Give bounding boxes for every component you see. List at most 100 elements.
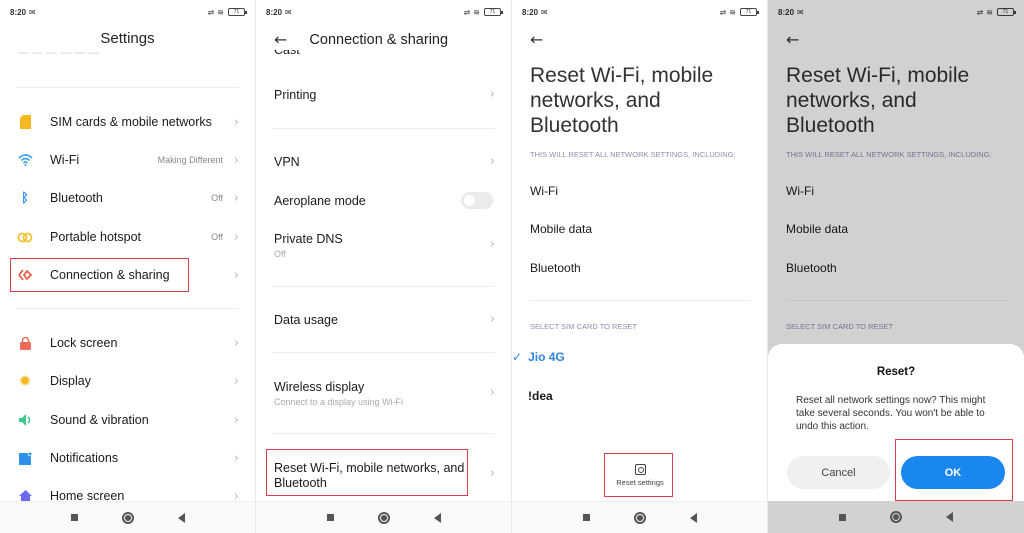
wifi-status-icon: ≋: [729, 7, 736, 17]
nav-bar: [512, 501, 767, 533]
chevron-right-icon: ›: [233, 335, 239, 351]
reset-item-mobile-data: Mobile data: [530, 222, 593, 236]
recents-button[interactable]: [582, 514, 590, 521]
list-item-cast[interactable]: Cast: [274, 50, 511, 58]
chevron-right-icon: ›: [489, 312, 495, 327]
chevron-right-icon: ›: [233, 450, 239, 466]
sim-option-idea[interactable]: !dea: [528, 389, 553, 403]
list-item-wireless-display[interactable]: Wireless display Connect to a display us…: [274, 380, 511, 407]
home-button[interactable]: [377, 511, 390, 524]
chevron-right-icon: ›: [489, 466, 495, 481]
chevron-right-icon: ›: [233, 114, 239, 130]
chevron-right-icon: ›: [233, 229, 239, 245]
highlight-box: [266, 449, 468, 496]
clock: 8:20: [10, 7, 27, 17]
recents-button[interactable]: [70, 514, 78, 521]
status-bar: 8:20 ✉ ⇌ ≋ 71: [522, 6, 759, 18]
chevron-right-icon: ›: [489, 87, 495, 102]
back-button[interactable]: [689, 512, 697, 523]
recents-button[interactable]: [839, 513, 846, 521]
settings-item-lock-screen[interactable]: Lock screen ›: [0, 328, 255, 358]
list-item-aeroplane-mode[interactable]: Aeroplane mode: [274, 192, 511, 209]
divider: [272, 128, 495, 129]
reset-item-wifi: Wi-Fi: [530, 184, 558, 198]
divider: [272, 352, 495, 353]
signal-icon: ⇌: [719, 7, 727, 17]
divider: [16, 308, 239, 309]
cancel-button[interactable]: Cancel: [787, 456, 890, 489]
mail-icon: ✉: [285, 7, 292, 17]
reset-item-bluetooth: Bluetooth: [530, 261, 581, 275]
aeroplane-mode-toggle[interactable]: [461, 192, 493, 209]
settings-screen: 8:20 ✉ ⇌ ≋ 71 Settings — — — — — — SIM card…: [0, 0, 256, 533]
wifi-status-icon: ≋: [217, 7, 224, 17]
back-button[interactable]: [946, 512, 953, 522]
battery-icon: 71: [228, 8, 247, 16]
status-bar: 8:20 ✉ ⇌ ≋ 71: [266, 6, 503, 18]
reset-network-screen: 8:20 ✉ ⇌ ≋ 71 ← Reset Wi-Fi, mobile network…: [512, 0, 768, 533]
list-item-printing[interactable]: Printing ›: [274, 87, 511, 102]
reset-dialog: Reset? Reset all network settings now? T…: [768, 344, 1024, 501]
hotspot-icon: [17, 229, 33, 245]
scrolled-item: — — — — — —: [18, 52, 100, 58]
back-button[interactable]: [433, 512, 441, 523]
reset-caption: THIS WILL RESET ALL NETWORK SETTINGS, IN…: [530, 150, 736, 159]
page-title: Settings: [100, 30, 155, 47]
chevron-right-icon: ›: [233, 373, 239, 389]
battery-icon: 71: [484, 8, 503, 16]
signal-icon: ⇌: [207, 7, 215, 17]
mail-icon: ✉: [29, 7, 36, 17]
chevron-right-icon: ›: [233, 152, 239, 168]
wifi-icon: [17, 152, 33, 168]
settings-item-notifications[interactable]: Notifications ›: [0, 443, 255, 473]
chevron-right-icon: ›: [489, 385, 495, 400]
settings-item-wifi[interactable]: Wi-Fi Making Different ›: [0, 145, 255, 175]
sim-option-jio[interactable]: ✓ Jio 4G: [512, 350, 565, 364]
back-button[interactable]: [177, 512, 185, 523]
home-button[interactable]: [890, 511, 902, 523]
reset-confirm-screen: 8:20 ✉ ⇌ ≋ 71 ← Reset Wi-Fi, mobile network…: [768, 0, 1024, 533]
nav-bar: [256, 501, 511, 533]
speaker-icon: [17, 412, 33, 428]
chevron-right-icon: ›: [233, 267, 239, 283]
sun-icon: ✹: [18, 373, 32, 390]
recents-button[interactable]: [326, 514, 334, 521]
notification-icon: [17, 450, 33, 466]
chevron-right-icon: ›: [233, 412, 239, 428]
nav-bar: [768, 501, 1024, 533]
settings-item-hotspot[interactable]: Portable hotspot Off ›: [0, 222, 255, 252]
divider: [272, 433, 495, 434]
divider: [530, 300, 751, 301]
connection-sharing-screen: 8:20 ✉ ⇌ ≋ 71 ← Connection & sharing Cast P…: [256, 0, 512, 533]
divider: [16, 87, 239, 88]
list-item-data-usage[interactable]: Data usage ›: [274, 312, 511, 327]
sim-card-icon: [17, 114, 33, 130]
lock-icon: [17, 335, 33, 351]
sim-caption: SELECT SIM CARD TO RESET: [530, 322, 638, 331]
settings-item-bluetooth[interactable]: ᛒ Bluetooth Off ›: [0, 183, 255, 213]
highlight-box: [895, 439, 1013, 501]
page-title: Connection & sharing: [309, 31, 449, 48]
clock: 8:20: [522, 7, 539, 17]
list-item-private-dns[interactable]: Private DNS Off ›: [274, 232, 511, 259]
list-item-vpn[interactable]: VPN ›: [274, 154, 511, 169]
back-arrow-icon[interactable]: ←: [274, 30, 287, 49]
home-button[interactable]: [633, 511, 646, 524]
clock: 8:20: [266, 7, 283, 17]
status-bar: 8:20 ✉ ⇌ ≋ 71: [10, 6, 247, 18]
bluetooth-icon: ᛒ: [21, 190, 29, 206]
chevron-right-icon: ›: [233, 190, 239, 206]
dialog-title: Reset?: [876, 366, 916, 378]
highlight-box: [604, 453, 673, 497]
settings-item-display[interactable]: ✹ Display ›: [0, 366, 255, 396]
settings-item-sim[interactable]: SIM cards & mobile networks ›: [0, 107, 255, 137]
checkmark-icon: ✓: [512, 350, 523, 364]
home-button[interactable]: [121, 511, 134, 524]
battery-icon: 71: [740, 8, 759, 16]
divider: [272, 286, 495, 287]
signal-icon: ⇌: [463, 7, 471, 17]
settings-item-sound[interactable]: Sound & vibration ›: [0, 405, 255, 435]
back-arrow-icon[interactable]: ←: [530, 30, 543, 49]
dialog-message: Reset all network settings now? This mig…: [796, 395, 986, 432]
mail-icon: ✉: [541, 7, 548, 17]
